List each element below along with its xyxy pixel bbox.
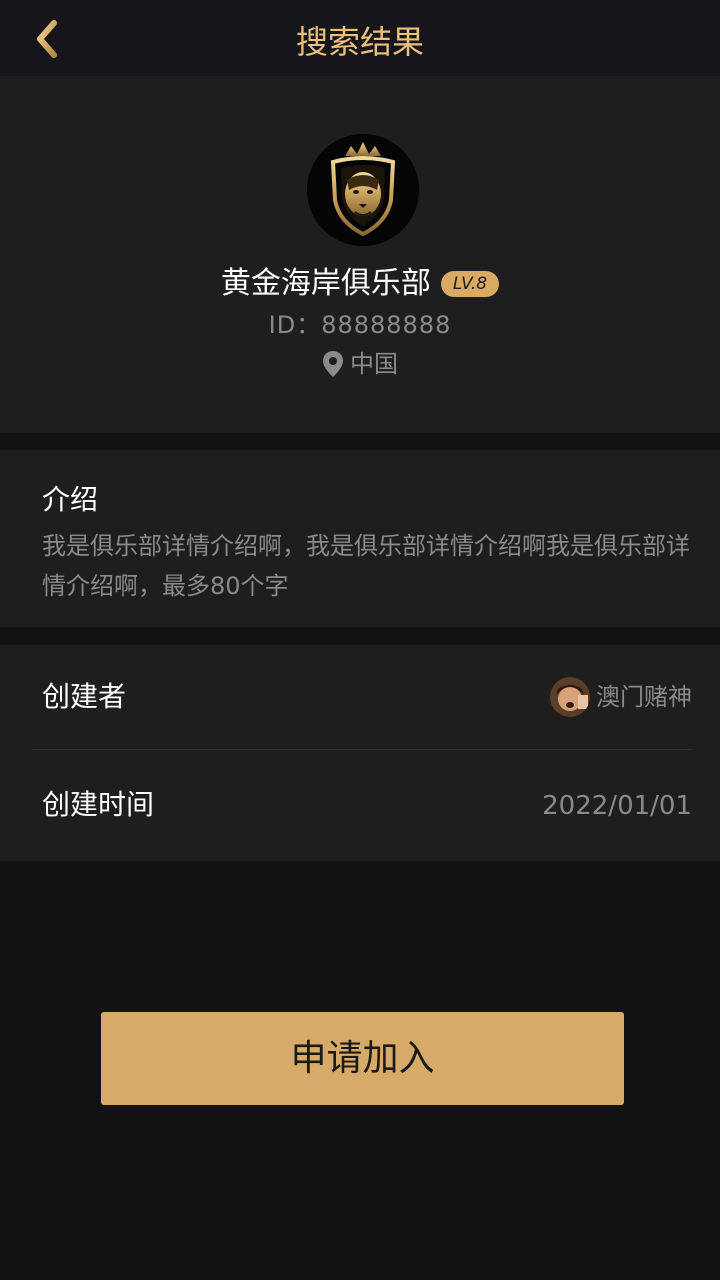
creator-avatar	[550, 677, 590, 717]
location-pin-icon	[323, 351, 343, 377]
lion-crest-logo	[307, 134, 419, 246]
location-text: 中国	[350, 350, 398, 378]
creator-label: 创建者	[42, 680, 127, 713]
club-profile-card: 黄金海岸俱乐部 LV.8 ID：88888888 中国	[0, 76, 720, 433]
created-date: 2022/01/01	[542, 791, 692, 821]
creator[interactable]: 澳门赌神	[550, 677, 692, 717]
top-bar: 搜索结果	[0, 0, 720, 76]
club-name: 黄金海岸俱乐部	[220, 266, 431, 301]
club-id: ID：88888888	[268, 311, 452, 339]
divider	[32, 749, 692, 750]
creator-name: 澳门赌神	[596, 683, 692, 711]
created-time-label: 创建时间	[42, 788, 155, 821]
created-time-row: 创建时间 2022/01/01	[0, 753, 720, 859]
intro-body: 我是俱乐部详情介绍啊，我是俱乐部详情介绍啊我是俱乐部详情介绍啊，最多80个字	[42, 532, 690, 600]
club-location: 中国	[0, 347, 720, 381]
creator-row[interactable]: 创建者 澳门赌神	[0, 645, 720, 751]
club-logo	[307, 134, 419, 246]
intro-section: 介绍 我是俱乐部详情介绍啊，我是俱乐部详情介绍啊我是俱乐部详情介绍啊，最多80个…	[0, 450, 720, 627]
club-name-row: 黄金海岸俱乐部 LV.8	[0, 262, 720, 306]
club-info-section: 创建者 澳门赌神 创建时间 2022/01/01	[0, 645, 720, 861]
page-title: 搜索结果	[295, 23, 424, 61]
apply-join-button[interactable]: 申请加入	[101, 1012, 624, 1105]
intro-title: 介绍	[42, 483, 99, 516]
level-badge: LV.8	[440, 271, 500, 297]
apply-join-label: 申请加入	[290, 1037, 435, 1079]
